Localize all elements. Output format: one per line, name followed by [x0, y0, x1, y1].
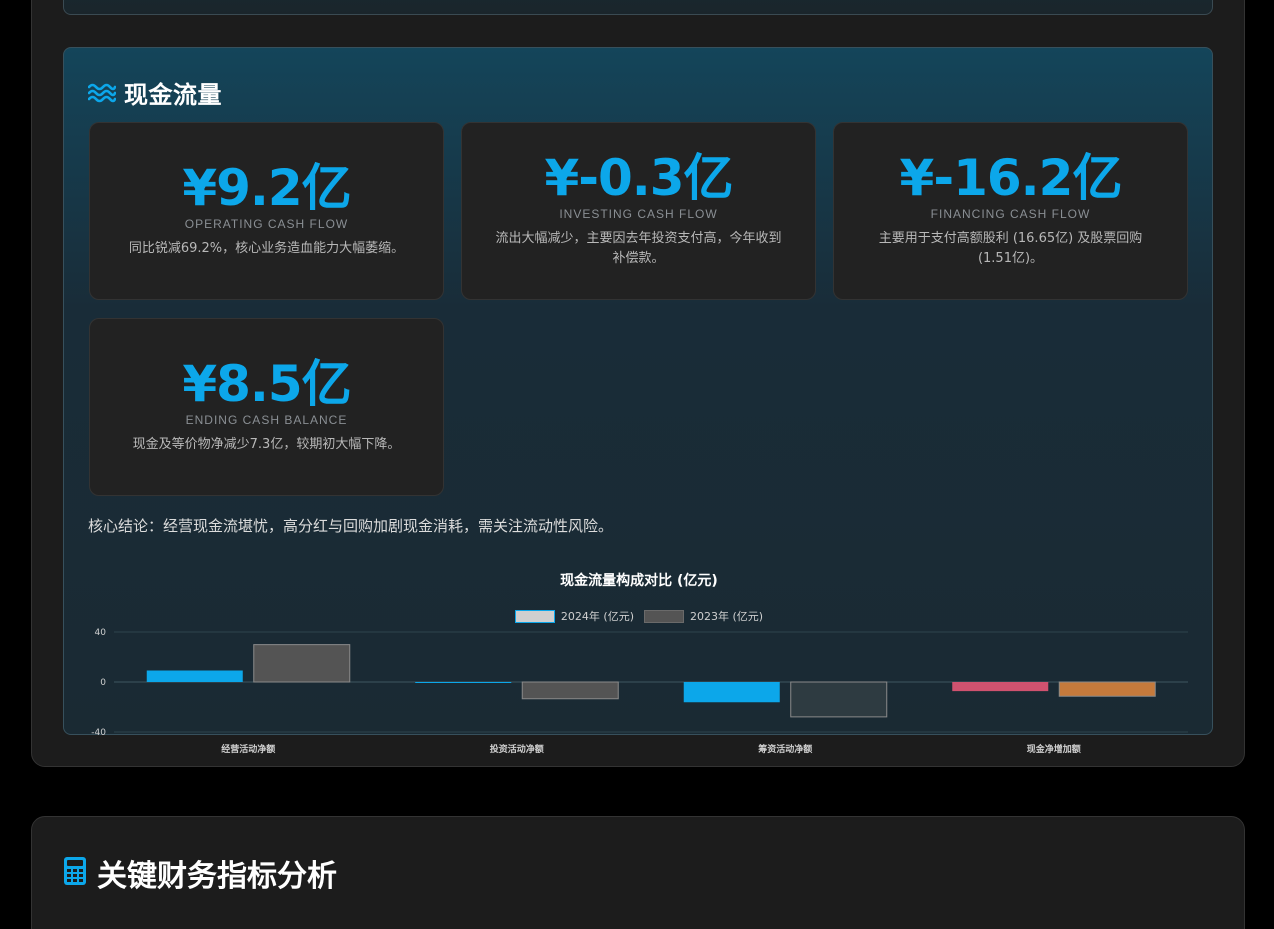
metric-label: FINANCING CASH FLOW — [930, 207, 1091, 221]
metric-label: ENDING CASH BALANCE — [185, 413, 348, 427]
chart-title: 现金流量构成对比 (亿元) — [560, 573, 718, 589]
previous-panel — [63, 0, 1213, 15]
legend-label-2023: 2023年 (亿元) — [690, 610, 764, 623]
metric-value: ¥-16.2亿 — [899, 149, 1123, 207]
bar-2024 — [683, 682, 780, 703]
key-indicators-header: 关键财务指标分析 — [63, 851, 337, 895]
bar-2024 — [146, 670, 243, 682]
metric-card-ending-balance: ¥8.5亿 ENDING CASH BALANCE 现金及等价物净减少7.3亿，… — [89, 318, 444, 496]
x-tick-label: 现金净增加额 — [1027, 743, 1081, 755]
legend-label-2024: 2024年 (亿元) — [560, 610, 634, 623]
legend-item-2024[interactable]: 2024年 (亿元) — [514, 608, 634, 624]
metric-description: 现金及等价物净减少7.3亿，较期初大幅下降。 — [132, 437, 401, 452]
metric-description: 同比锐减69.2%，核心业务造血能力大幅萎缩。 — [128, 241, 405, 256]
metric-card-financing: ¥-16.2亿 FINANCING CASH FLOW 主要用于支付高额股利 (… — [833, 122, 1188, 300]
metric-description: 主要用于支付高额股利 (16.65亿) 及股票回购 (1.51亿)。 — [878, 231, 1143, 266]
legend-swatch-2024 — [514, 609, 555, 623]
legend-swatch-2023 — [644, 609, 684, 623]
metric-label: OPERATING CASH FLOW — [184, 217, 349, 231]
water-waves-icon — [88, 82, 116, 104]
section-title: 现金流量 — [124, 81, 222, 109]
metric-card-operating: ¥9.2亿 OPERATING CASH FLOW 同比锐减69.2%，核心业务… — [89, 122, 444, 300]
bar-2024 — [415, 682, 512, 683]
legend-item-2023[interactable]: 2023年 (亿元) — [644, 608, 763, 624]
bar-2024 — [952, 682, 1049, 692]
x-tick-label: 经营活动净额 — [221, 743, 275, 755]
metric-card-investing: ¥-0.3亿 INVESTING CASH FLOW 流出大幅减少，主要因去年投… — [461, 122, 816, 300]
calculator-icon — [63, 856, 87, 890]
core-conclusion: 核心结论：经营现金流堪忧，高分红与回购加剧现金消耗，需关注流动性风险。 — [88, 517, 614, 535]
x-tick-label: 筹资活动净额 — [758, 743, 812, 755]
chart-legend: 2024年 (亿元) 2023年 (亿元) — [64, 608, 1214, 624]
metric-value: ¥9.2亿 — [182, 159, 351, 217]
bar-2023 — [521, 681, 619, 700]
metric-description: 流出大幅减少，主要因去年投资支付高，今年收到补偿款。 — [495, 231, 782, 266]
metric-value: ¥8.5亿 — [182, 355, 351, 413]
bar-2023 — [790, 681, 888, 718]
cash-flow-bar-chart: 40 0 -40 经营活动净额 投资活动净额 筹资活动净额 现金净增加额 — [91, 628, 1188, 755]
metric-label: INVESTING CASH FLOW — [559, 207, 718, 221]
y-tick-label: 40 — [95, 628, 107, 638]
cash-flow-header: 现金流量 — [88, 75, 222, 110]
section-title: 关键财务指标分析 — [97, 859, 337, 894]
x-tick-label: 投资活动净额 — [490, 743, 544, 755]
key-indicators-section-card: 关键财务指标分析 — [31, 816, 1245, 929]
y-tick-label: 0 — [100, 678, 106, 688]
bar-2023 — [253, 644, 351, 683]
bar-2023 — [1058, 681, 1156, 697]
cash-flow-panel: 现金流量 ¥9.2亿 OPERATING CASH FLOW 同比锐减69.2%… — [63, 47, 1214, 755]
metric-value: ¥-0.3亿 — [544, 149, 733, 207]
y-tick-label: -40 — [91, 728, 106, 738]
